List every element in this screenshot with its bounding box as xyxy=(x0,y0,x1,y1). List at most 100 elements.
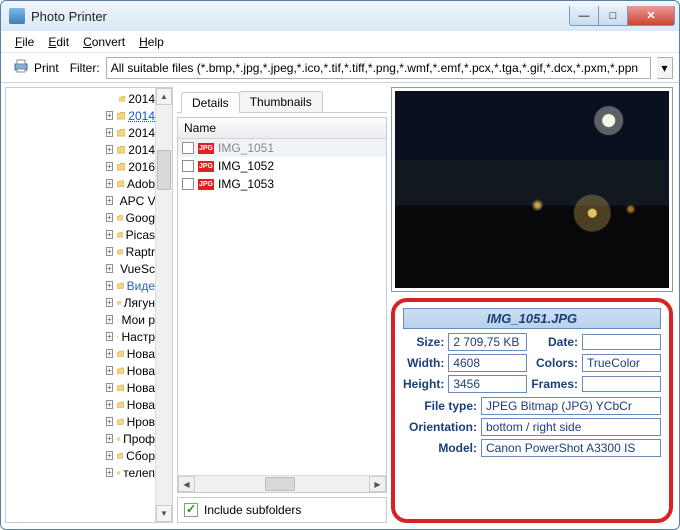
tree-item[interactable]: +Нова xyxy=(6,362,155,379)
expander-icon[interactable]: + xyxy=(106,366,113,375)
titlebar: Photo Printer — □ ✕ xyxy=(1,1,679,31)
maximize-button[interactable]: □ xyxy=(598,6,628,26)
view-tabs: Details Thumbnails xyxy=(177,87,387,113)
tree-item[interactable]: +Мои р xyxy=(6,311,155,328)
tree-item[interactable]: +2016 xyxy=(6,158,155,175)
expander-icon[interactable]: + xyxy=(106,451,113,460)
tree-item[interactable]: + Лягун xyxy=(6,294,155,311)
expander-icon[interactable]: + xyxy=(106,264,113,273)
label-model: Model: xyxy=(403,441,477,455)
expander-icon[interactable]: + xyxy=(106,281,113,290)
tree-item[interactable]: +2014 xyxy=(6,141,155,158)
menu-edit[interactable]: Edit xyxy=(42,33,75,50)
expander-icon[interactable]: + xyxy=(106,417,113,426)
filter-dropdown-button[interactable]: ▾ xyxy=(657,57,673,79)
file-row[interactable]: JPG IMG_1053 xyxy=(178,175,386,193)
tree-item[interactable]: +2014 xyxy=(6,124,155,141)
expander-icon[interactable]: + xyxy=(106,247,113,256)
file-checkbox[interactable] xyxy=(182,178,194,190)
file-list-horizontal-scrollbar[interactable]: ◀ ▶ xyxy=(178,475,386,492)
tree-item[interactable]: +2014 xyxy=(6,107,155,124)
print-button[interactable]: Print xyxy=(7,54,64,81)
value-colors: TrueColor xyxy=(582,354,661,372)
scroll-right-arrow[interactable]: ▶ xyxy=(369,476,386,492)
expander-icon[interactable]: + xyxy=(106,315,113,324)
menu-file[interactable]: File xyxy=(9,33,40,50)
file-checkbox[interactable] xyxy=(182,160,194,172)
tree-item[interactable]: +Adob xyxy=(6,175,155,192)
h-scroll-thumb[interactable] xyxy=(265,477,295,491)
tree-vertical-scrollbar[interactable]: ▲ ▼ xyxy=(155,88,172,522)
tree-item-label: 2014 xyxy=(128,126,155,140)
tree-item[interactable]: +Нова xyxy=(6,396,155,413)
file-row[interactable]: JPGIMG_1052 xyxy=(178,157,386,175)
filter-input[interactable] xyxy=(106,57,651,79)
expander-icon[interactable]: + xyxy=(106,162,113,171)
scroll-track[interactable] xyxy=(156,105,172,505)
tree-item[interactable]: +телеп xyxy=(6,464,155,481)
preview-pane xyxy=(391,87,673,292)
file-name: IMG_1053 xyxy=(218,177,274,191)
tree-item[interactable]: +Goog xyxy=(6,209,155,226)
tree-item[interactable]: 2014 xyxy=(6,90,155,107)
expander-icon[interactable]: + xyxy=(106,213,113,222)
expander-icon[interactable]: + xyxy=(106,179,113,188)
app-icon xyxy=(9,8,25,24)
tree-item[interactable]: +Нова xyxy=(6,379,155,396)
tab-details[interactable]: Details xyxy=(181,92,240,113)
window-controls: — □ ✕ xyxy=(570,6,675,26)
expander-icon[interactable]: + xyxy=(106,349,113,358)
tree-item[interactable]: +Настр xyxy=(6,328,155,345)
expander-icon[interactable]: + xyxy=(106,128,113,137)
expander-icon[interactable]: + xyxy=(106,196,113,205)
menu-help[interactable]: Help xyxy=(133,33,170,50)
tree-item[interactable]: +Raptr xyxy=(6,243,155,260)
tree-item-label: Нров xyxy=(127,415,155,429)
value-width: 4608 xyxy=(448,354,527,372)
scroll-up-arrow[interactable]: ▲ xyxy=(156,88,172,105)
file-list-body[interactable]: JPGIMG_1051JPGIMG_1052 JPG IMG_1053 xyxy=(178,139,386,475)
tree-item[interactable]: +Сбор xyxy=(6,447,155,464)
tree-item[interactable]: +APC V xyxy=(6,192,155,209)
file-row[interactable]: JPGIMG_1051 xyxy=(178,139,386,157)
value-frames xyxy=(582,376,661,392)
tree-item[interactable]: + Нров xyxy=(6,413,155,430)
column-header-name[interactable]: Name xyxy=(178,118,386,139)
include-subfolders-row: Include subfolders xyxy=(177,497,387,523)
file-checkbox[interactable] xyxy=(182,142,194,154)
expander-icon[interactable]: + xyxy=(106,111,113,120)
menu-convert[interactable]: Convert xyxy=(77,33,131,50)
tree-item[interactable]: + Нова xyxy=(6,345,155,362)
tree-item-label: Лягун xyxy=(124,296,155,310)
file-name: IMG_1051 xyxy=(218,141,274,155)
expander-icon[interactable]: + xyxy=(106,145,113,154)
tree-item[interactable]: +Picas xyxy=(6,226,155,243)
tree-item-label: Нова xyxy=(127,347,155,361)
file-name: IMG_1052 xyxy=(218,159,274,173)
close-button[interactable]: ✕ xyxy=(627,6,675,26)
tree-item[interactable]: +Проф xyxy=(6,430,155,447)
value-model: Canon PowerShot A3300 IS xyxy=(481,439,661,457)
minimize-button[interactable]: — xyxy=(569,6,599,26)
expander-icon[interactable]: + xyxy=(106,400,113,409)
expander-icon[interactable]: + xyxy=(106,332,113,341)
tree-scroll[interactable]: 2014+2014+2014+2014+2016+Adob+APC V+Goog… xyxy=(6,88,155,522)
expander-icon[interactable]: + xyxy=(106,434,113,443)
tree-item-label: 2014 xyxy=(128,109,155,123)
expander-icon[interactable]: + xyxy=(106,383,113,392)
scroll-thumb[interactable] xyxy=(157,150,171,190)
tree-item[interactable]: +VueSc xyxy=(6,260,155,277)
scroll-left-arrow[interactable]: ◀ xyxy=(178,476,195,492)
value-filetype: JPEG Bitmap (JPG) YCbCr xyxy=(481,397,661,415)
expander-icon[interactable]: + xyxy=(106,468,113,477)
expander-icon[interactable]: + xyxy=(106,298,113,307)
client-area: 2014+2014+2014+2014+2016+Adob+APC V+Goog… xyxy=(1,83,679,529)
tree-item[interactable]: +Виде xyxy=(6,277,155,294)
tab-thumbnails[interactable]: Thumbnails xyxy=(239,91,323,112)
tree-item-label: 2014 xyxy=(128,143,155,157)
jpg-icon: JPG xyxy=(198,179,214,190)
tree-item-label: 2014 xyxy=(128,92,155,106)
include-subfolders-checkbox[interactable] xyxy=(184,503,198,517)
expander-icon[interactable]: + xyxy=(106,230,113,239)
scroll-down-arrow[interactable]: ▼ xyxy=(156,505,172,522)
